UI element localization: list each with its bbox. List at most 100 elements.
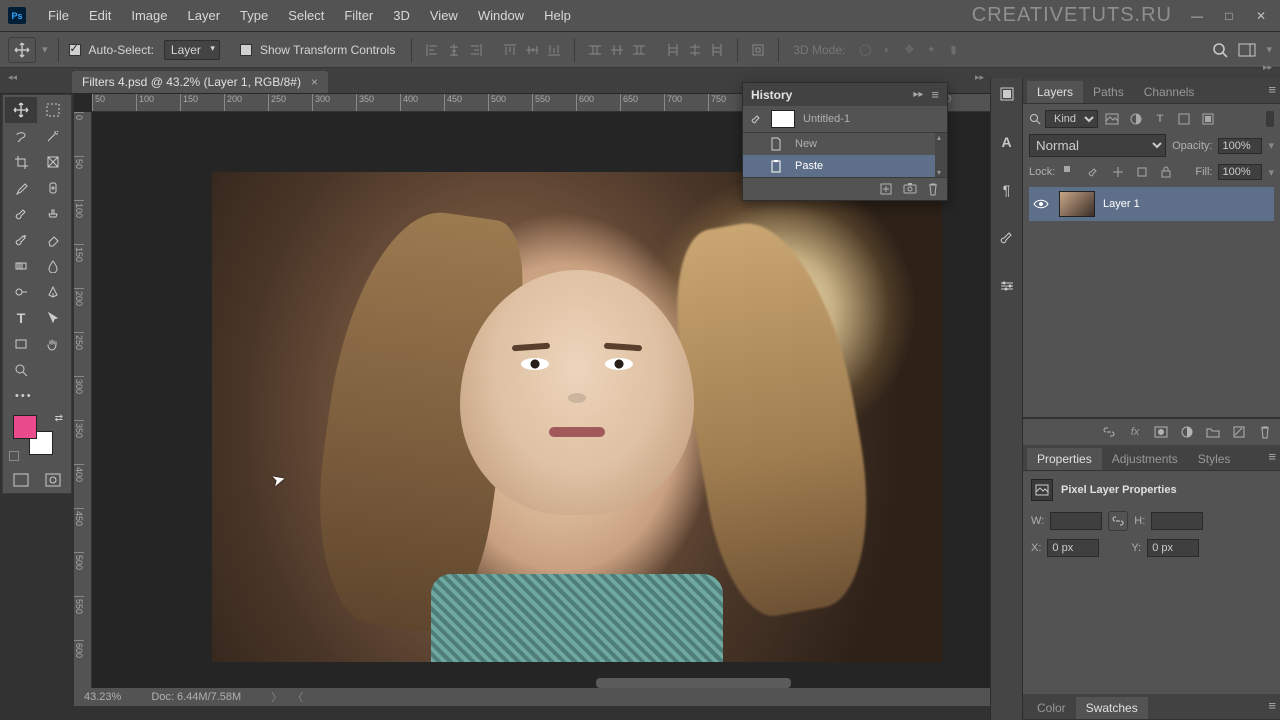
filter-pixel-icon[interactable] <box>1102 110 1122 128</box>
show-transform-checkbox[interactable] <box>240 44 252 56</box>
width-input[interactable] <box>1050 512 1102 530</box>
crop-tool[interactable] <box>5 149 37 175</box>
lock-all-icon[interactable] <box>1157 163 1175 181</box>
menu-3d[interactable]: 3D <box>383 4 420 27</box>
magic-wand-tool[interactable] <box>37 123 69 149</box>
edit-toolbar[interactable]: ••• <box>5 383 69 409</box>
distribute-left-icon[interactable] <box>663 40 683 60</box>
document-tab[interactable]: Filters 4.psd @ 43.2% (Layer 1, RGB/8#) … <box>72 71 328 93</box>
lasso-tool[interactable] <box>5 123 37 149</box>
layer-row[interactable]: Layer 1 <box>1029 187 1274 221</box>
new-layer-icon[interactable] <box>1230 423 1248 441</box>
tab-styles[interactable]: Styles <box>1188 448 1241 470</box>
eyedropper-tool[interactable] <box>5 175 37 201</box>
tab-layers[interactable]: Layers <box>1027 81 1083 103</box>
menu-help[interactable]: Help <box>534 4 581 27</box>
collapse-left-icon[interactable]: ◂◂ <box>8 72 17 83</box>
layer-name[interactable]: Layer 1 <box>1103 198 1140 210</box>
strip-character-icon[interactable]: A <box>995 130 1019 154</box>
history-scrollbar[interactable] <box>935 133 947 177</box>
new-group-icon[interactable] <box>1204 423 1222 441</box>
lock-position-icon[interactable] <box>1109 163 1127 181</box>
marquee-tool[interactable] <box>37 97 69 123</box>
lock-pixels-icon[interactable] <box>1085 163 1103 181</box>
history-brush-tool[interactable] <box>5 227 37 253</box>
healing-brush-tool[interactable] <box>37 175 69 201</box>
history-item[interactable]: New <box>743 133 947 155</box>
blend-mode-dropdown[interactable]: Normal <box>1029 134 1166 157</box>
filter-type-icon[interactable]: T <box>1150 110 1170 128</box>
tab-color[interactable]: Color <box>1027 697 1076 719</box>
x-input[interactable] <box>1047 539 1099 557</box>
create-new-doc-icon[interactable] <box>879 182 893 196</box>
layers-panel-menu-icon[interactable]: ≡ <box>1268 82 1276 97</box>
gradient-tool[interactable] <box>5 253 37 279</box>
auto-select-dropdown[interactable]: Layer <box>164 40 220 60</box>
height-input[interactable] <box>1151 512 1203 530</box>
foreground-color[interactable] <box>13 415 37 439</box>
zoom-tool[interactable] <box>5 357 37 383</box>
link-layers-icon[interactable] <box>1100 423 1118 441</box>
lock-artboard-icon[interactable] <box>1133 163 1151 181</box>
eraser-tool[interactable] <box>37 227 69 253</box>
layer-mask-icon[interactable] <box>1152 423 1170 441</box>
zoom-level[interactable]: 43.23% <box>84 691 121 703</box>
menu-select[interactable]: Select <box>278 4 334 27</box>
align-to-icon[interactable] <box>748 40 768 60</box>
color-panel-menu-icon[interactable]: ≡ <box>1268 698 1276 713</box>
create-snapshot-icon[interactable] <box>903 182 917 196</box>
filter-smart-icon[interactable] <box>1198 110 1218 128</box>
hand-tool[interactable] <box>37 331 69 357</box>
align-right-icon[interactable] <box>466 40 486 60</box>
adjustment-layer-icon[interactable] <box>1178 423 1196 441</box>
history-panel-header[interactable]: History ▸▸ ≡ <box>743 83 947 106</box>
distribute-bottom-icon[interactable] <box>629 40 649 60</box>
menu-file[interactable]: File <box>38 4 79 27</box>
collapse-panel-icon[interactable]: ▸▸ <box>913 89 923 100</box>
menu-layer[interactable]: Layer <box>178 4 231 27</box>
workspace-switcher-icon[interactable] <box>1238 43 1256 57</box>
default-colors-icon[interactable] <box>9 451 19 461</box>
minimize-button[interactable]: — <box>1186 7 1208 25</box>
tab-adjustments[interactable]: Adjustments <box>1102 448 1188 470</box>
menu-view[interactable]: View <box>420 4 468 27</box>
menu-type[interactable]: Type <box>230 4 278 27</box>
brush-tool[interactable] <box>5 201 37 227</box>
layer-style-icon[interactable]: fx <box>1126 423 1144 441</box>
tab-paths[interactable]: Paths <box>1083 81 1134 103</box>
tab-swatches[interactable]: Swatches <box>1076 697 1148 719</box>
history-menu-icon[interactable]: ≡ <box>931 87 939 102</box>
filter-kind-dropdown[interactable]: Kind <box>1045 110 1098 128</box>
align-left-icon[interactable] <box>422 40 442 60</box>
pen-tool[interactable] <box>37 279 69 305</box>
maximize-button[interactable]: □ <box>1218 7 1240 25</box>
frame-tool[interactable] <box>37 149 69 175</box>
canvas-horizontal-scrollbar[interactable] <box>374 678 930 688</box>
lock-transparency-icon[interactable] <box>1061 163 1079 181</box>
tab-properties[interactable]: Properties <box>1027 448 1102 470</box>
align-hcenter-icon[interactable] <box>444 40 464 60</box>
aspect-link-icon[interactable] <box>1108 511 1128 531</box>
quick-mask-icon[interactable] <box>40 469 66 491</box>
standard-mode-icon[interactable] <box>8 469 34 491</box>
collapse-mid-icon[interactable]: ▸▸ <box>975 72 984 83</box>
clone-stamp-tool[interactable] <box>37 201 69 227</box>
strip-adjustments-icon[interactable] <box>995 274 1019 298</box>
strip-paragraph-icon[interactable]: ¶ <box>995 178 1019 202</box>
align-vcenter-icon[interactable] <box>522 40 542 60</box>
layer-visibility-icon[interactable] <box>1033 198 1051 210</box>
distribute-hcenter-icon[interactable] <box>685 40 705 60</box>
close-tab-icon[interactable]: × <box>311 75 318 89</box>
properties-panel-menu-icon[interactable]: ≡ <box>1268 449 1276 464</box>
delete-layer-icon[interactable] <box>1256 423 1274 441</box>
path-selection-tool[interactable] <box>37 305 69 331</box>
filter-shape-icon[interactable] <box>1174 110 1194 128</box>
distribute-right-icon[interactable] <box>707 40 727 60</box>
tab-channels[interactable]: Channels <box>1134 81 1205 103</box>
align-top-icon[interactable] <box>500 40 520 60</box>
strip-brushes-icon[interactable] <box>995 226 1019 250</box>
distribute-top-icon[interactable] <box>585 40 605 60</box>
align-bottom-icon[interactable] <box>544 40 564 60</box>
delete-state-icon[interactable] <box>927 182 939 196</box>
filter-adjust-icon[interactable] <box>1126 110 1146 128</box>
